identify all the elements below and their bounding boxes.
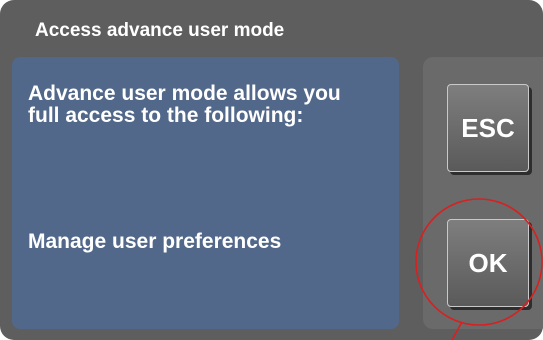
- content-area: Advance user mode allows you full access…: [12, 57, 399, 329]
- description-text: Advance user mode allows you full access…: [28, 82, 341, 127]
- feature-item: Manage user preferences: [28, 230, 282, 253]
- dialog-panel: Access advance user mode Advance user mo…: [0, 0, 543, 340]
- ok-button[interactable]: OK: [447, 219, 529, 307]
- dialog-title: Access advance user mode: [35, 20, 285, 41]
- esc-button[interactable]: ESC: [447, 84, 529, 172]
